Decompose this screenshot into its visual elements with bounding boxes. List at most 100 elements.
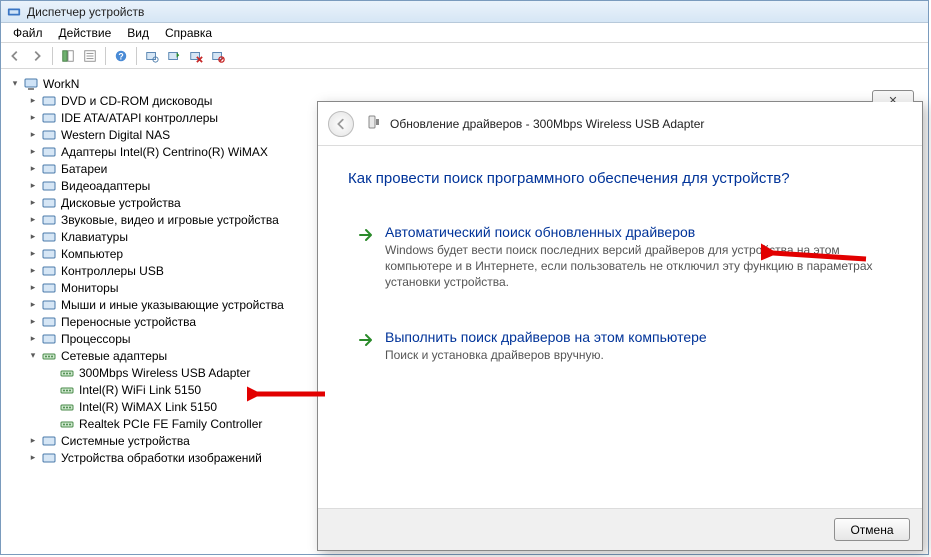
tree-item[interactable]: ▸ Батареи [25, 160, 307, 177]
device-manager-window: Диспетчер устройств Файл Действие Вид Сп… [0, 0, 929, 555]
device-tree[interactable]: ▾ WorkN ▸ DVD и CD-ROM дисководы ▸ IDE ATA/… [7, 75, 307, 548]
expand-icon[interactable]: ▸ [27, 231, 39, 243]
expand-icon[interactable]: ▸ [27, 248, 39, 260]
expand-icon[interactable]: ▸ [27, 316, 39, 328]
device-category-icon [41, 212, 57, 228]
tree-item-label: Сетевые адаптеры [61, 349, 167, 363]
expand-icon[interactable]: ▸ [27, 163, 39, 175]
toolbar-help-icon[interactable]: ? [111, 46, 131, 66]
device-category-icon [41, 331, 57, 347]
arrow-right-icon [357, 226, 375, 244]
tree-item[interactable]: ▸ Устройства обработки изображений [25, 449, 307, 466]
menubar: Файл Действие Вид Справка [1, 23, 928, 43]
expander-placeholder [45, 401, 57, 413]
option-description: Windows будет вести поиск последних верс… [385, 242, 881, 291]
option-auto-search[interactable]: Автоматический поиск обновленных драйвер… [348, 215, 892, 302]
option-manual-search[interactable]: Выполнить поиск драйверов на этом компью… [348, 320, 892, 374]
expand-icon[interactable]: ▸ [27, 282, 39, 294]
device-category-icon [41, 195, 57, 211]
tree-item[interactable]: ▸Western Digital NAS [25, 126, 307, 143]
expander-placeholder [45, 367, 57, 379]
tree-item[interactable]: ▾ Сетевые адаптеры [25, 347, 307, 364]
tree-item-label: Батареи [61, 162, 107, 176]
expand-icon[interactable]: ▸ [27, 180, 39, 192]
expand-icon[interactable]: ▸ [27, 333, 39, 345]
toolbar-show-icon[interactable] [58, 46, 78, 66]
menu-action[interactable]: Действие [51, 24, 120, 42]
tree-item[interactable]: ▸Системные устройства [25, 432, 307, 449]
tree-item-label: Устройства обработки изображений [61, 451, 262, 465]
tree-item[interactable]: Intel(R) WiMAX Link 5150 [43, 398, 307, 415]
tree-item[interactable]: 300Mbps Wireless USB Adapter [43, 364, 307, 381]
device-category-icon [41, 314, 57, 330]
dialog-footer: Отмена [318, 508, 922, 550]
option-title: Автоматический поиск обновленных драйвер… [385, 224, 881, 240]
tree-item-label: Realtek PCIe FE Family Controller [79, 417, 262, 431]
tree-item[interactable]: ▸Контроллеры USB [25, 262, 307, 279]
expand-icon[interactable]: ▸ [27, 435, 39, 447]
device-category-icon [41, 161, 57, 177]
tree-item[interactable]: ▸Дисковые устройства [25, 194, 307, 211]
expand-icon[interactable]: ▸ [27, 95, 39, 107]
expand-icon[interactable]: ▸ [27, 214, 39, 226]
expand-icon[interactable]: ▸ [27, 112, 39, 124]
device-category-icon [41, 144, 57, 160]
expand-icon[interactable]: ▸ [27, 129, 39, 141]
collapse-icon[interactable]: ▾ [27, 350, 39, 362]
tree-item-label: Адаптеры Intel(R) Centrino(R) WiMAX [61, 145, 268, 159]
tree-item-label: IDE ATA/ATAPI контроллеры [61, 111, 218, 125]
device-category-icon [41, 246, 57, 262]
tree-item[interactable]: ▸Компьютер [25, 245, 307, 262]
tree-item[interactable]: Realtek PCIe FE Family Controller [43, 415, 307, 432]
option-title: Выполнить поиск драйверов на этом компью… [385, 329, 881, 345]
tree-item[interactable]: ▸ Мыши и иные указывающие устройства [25, 296, 307, 313]
toolbar-properties-icon[interactable] [80, 46, 100, 66]
tree-item-label: DVD и CD-ROM дисководы [61, 94, 212, 108]
toolbar-forward-icon[interactable] [27, 46, 47, 66]
toolbar-update-icon[interactable] [164, 46, 184, 66]
device-category-icon [41, 297, 57, 313]
tree-item[interactable]: ▸ Видеоадаптеры [25, 177, 307, 194]
expand-icon[interactable]: ▸ [27, 452, 39, 464]
toolbar-scan-icon[interactable] [142, 46, 162, 66]
expand-icon[interactable]: ▸ [27, 265, 39, 277]
update-driver-dialog: ✕ Обновление драйверов - 300Mbps Wireles… [317, 101, 923, 551]
svg-text:?: ? [118, 51, 123, 61]
expand-icon[interactable]: ▸ [27, 146, 39, 158]
menu-view[interactable]: Вид [119, 24, 157, 42]
back-arrow-icon [334, 117, 348, 131]
cancel-button[interactable]: Отмена [834, 518, 910, 541]
tree-item[interactable]: ▸Звуковые, видео и игровые устройства [25, 211, 307, 228]
device-category-icon [41, 229, 57, 245]
tree-root[interactable]: ▾ WorkN [7, 75, 307, 92]
toolbar-back-icon[interactable] [5, 46, 25, 66]
tree-item[interactable]: ▸Процессоры [25, 330, 307, 347]
tree-item[interactable]: ▸Переносные устройства [25, 313, 307, 330]
dialog-body: Как провести поиск программного обеспече… [318, 146, 922, 374]
tree-item-label: Intel(R) WiFi Link 5150 [79, 383, 201, 397]
toolbar-disable-icon[interactable] [208, 46, 228, 66]
toolbar-uninstall-icon[interactable] [186, 46, 206, 66]
collapse-icon[interactable]: ▾ [9, 78, 21, 90]
expand-icon[interactable]: ▸ [27, 197, 39, 209]
tree-item[interactable]: ▸ DVD и CD-ROM дисководы [25, 92, 307, 109]
device-category-icon [41, 127, 57, 143]
menu-help[interactable]: Справка [157, 24, 220, 42]
toolbar-separator [136, 47, 137, 65]
tree-item[interactable]: ▸ IDE ATA/ATAPI контроллеры [25, 109, 307, 126]
tree-item[interactable]: ▸ Адаптеры Intel(R) Centrino(R) WiMAX [25, 143, 307, 160]
toolbar: ? [1, 43, 928, 69]
computer-icon [23, 76, 39, 92]
menu-file[interactable]: Файл [5, 24, 51, 42]
tree-item[interactable]: ▸Мониторы [25, 279, 307, 296]
tree-item-label: Клавиатуры [61, 230, 128, 244]
tree-item[interactable]: ▸ Клавиатуры [25, 228, 307, 245]
back-button[interactable] [328, 111, 354, 137]
option-description: Поиск и установка драйверов вручную. [385, 347, 881, 363]
tree-item[interactable]: Intel(R) WiFi Link 5150 [43, 381, 307, 398]
tree-item-label: Мыши и иные указывающие устройства [61, 298, 284, 312]
tree-item-label: 300Mbps Wireless USB Adapter [79, 366, 250, 380]
titlebar[interactable]: Диспетчер устройств [1, 1, 928, 23]
expand-icon[interactable]: ▸ [27, 299, 39, 311]
tree-item-label: Видеоадаптеры [61, 179, 150, 193]
